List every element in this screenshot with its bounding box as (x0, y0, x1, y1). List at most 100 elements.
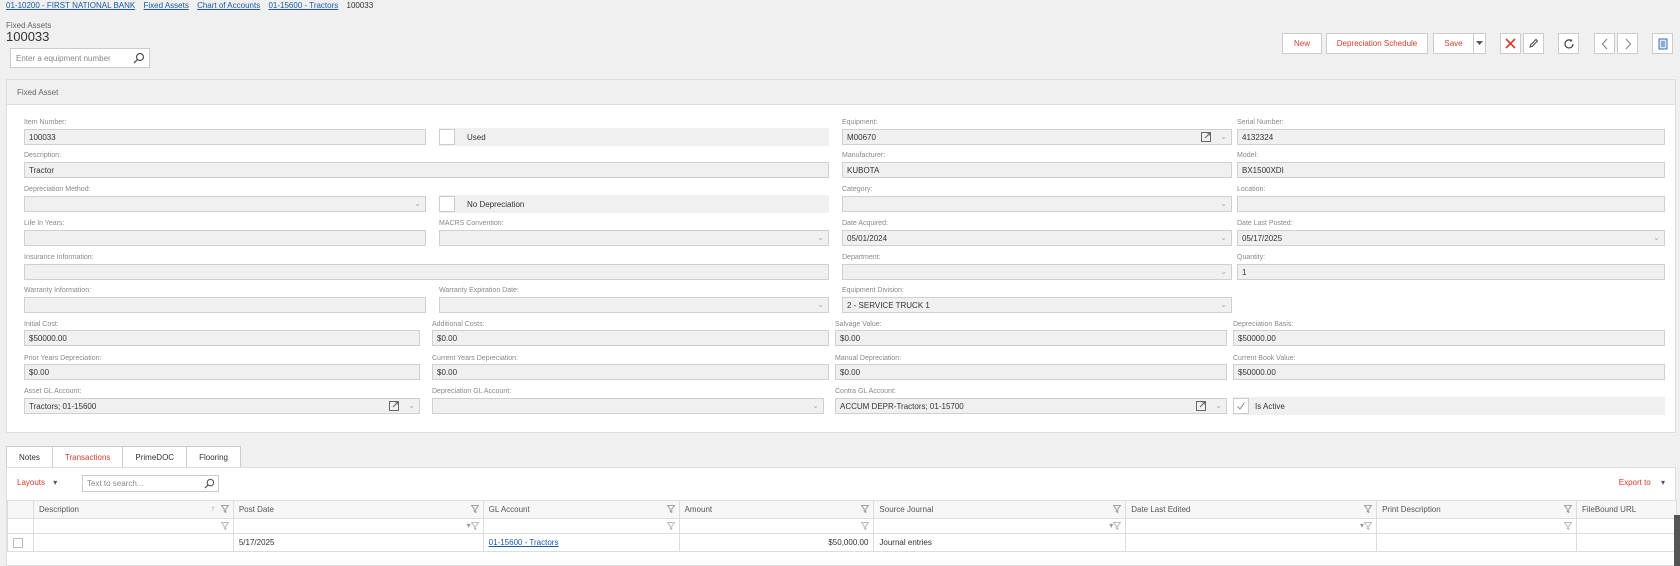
no-depreciation-checkbox[interactable] (439, 196, 455, 212)
date-acquired-field[interactable]: 05/01/2024 ⌄ (842, 230, 1232, 246)
filter-icon[interactable] (666, 522, 675, 530)
column-header-date-last-edited[interactable]: Date Last Edited (1125, 500, 1378, 519)
tab-primedoc[interactable]: PrimeDOC (122, 446, 188, 467)
item-number-field[interactable]: 100033 (24, 129, 426, 145)
report-button[interactable] (1652, 33, 1673, 54)
column-header-filebound-url[interactable]: FileBound URL (1575, 500, 1678, 519)
column-header-amount[interactable]: Amount (678, 500, 875, 519)
depreciation-method-select[interactable]: ⌄ (24, 196, 426, 212)
breadcrumb-link-gl-account[interactable]: 01-15600 - Tractors (268, 1, 338, 10)
filter-icon[interactable] (470, 522, 479, 530)
chevron-down-icon[interactable]: ⌄ (1220, 233, 1227, 242)
life-in-years-field[interactable] (24, 230, 426, 246)
scrollbar[interactable] (1674, 515, 1680, 566)
warranty-expiration-date-field[interactable]: ⌄ (439, 297, 829, 313)
equipment-search-input[interactable] (11, 49, 123, 67)
description-field[interactable]: Tractor (24, 162, 829, 178)
previous-record-button[interactable] (1594, 33, 1615, 54)
warranty-information-field[interactable] (24, 297, 426, 313)
filter-icon[interactable] (666, 505, 675, 513)
filter-icon[interactable] (1113, 505, 1122, 513)
asset-gl-account-field[interactable]: Tractors; 01-15600 ⌄ (24, 398, 420, 414)
current-years-depreciation-field[interactable]: $0.00 (432, 364, 829, 380)
equipment-division-select[interactable]: 2 - SERVICE TRUCK 1 ⌄ (842, 297, 1232, 313)
grid-search-input[interactable] (83, 476, 193, 491)
filter-cell[interactable]: ▾ (232, 518, 484, 534)
lookup-icon[interactable] (389, 401, 401, 411)
chevron-down-icon[interactable]: ⌄ (1653, 233, 1660, 242)
filter-cell[interactable]: ▾ (1125, 518, 1378, 534)
depreciation-schedule-button[interactable]: Depreciation Schedule (1326, 33, 1428, 54)
tab-transactions[interactable]: Transactions (51, 446, 124, 467)
filter-cell[interactable] (482, 518, 680, 534)
export-dropdown[interactable]: Export to ▾ (1619, 478, 1665, 487)
macrs-convention-select[interactable]: ⌄ (439, 230, 829, 246)
filter-icon[interactable] (220, 505, 229, 513)
lookup-icon[interactable] (1201, 132, 1213, 142)
save-button[interactable]: Save (1433, 33, 1474, 54)
filter-cell[interactable] (32, 518, 234, 534)
column-header-description[interactable]: Description ↑ (32, 500, 234, 519)
model-field[interactable]: BX1500XDI (1237, 162, 1665, 178)
column-header-print-description[interactable]: Print Description (1376, 500, 1577, 519)
filter-icon[interactable] (470, 505, 479, 513)
contra-gl-account-field[interactable]: ACCUM DEPR-Tractors; 01-15700 ⌄ (835, 398, 1227, 414)
initial-cost-field[interactable]: $50000.00 (24, 330, 420, 346)
quantity-field[interactable]: 1 (1237, 264, 1665, 280)
department-select[interactable]: ⌄ (842, 264, 1232, 280)
filter-icon[interactable] (1364, 505, 1373, 513)
breadcrumb-link-fixed-assets[interactable]: Fixed Assets (143, 1, 188, 10)
filter-cell[interactable] (678, 518, 875, 534)
filter-icon[interactable] (1113, 522, 1122, 530)
serial-number-field[interactable]: 4132324 (1237, 129, 1665, 145)
table-row[interactable]: 5/17/2025 01-15600 - Tractors $50,000.00… (7, 533, 1678, 552)
row-select-cell[interactable] (7, 533, 34, 552)
category-select[interactable]: ⌄ (842, 196, 1232, 212)
filter-icon[interactable] (1563, 505, 1572, 513)
prior-years-depreciation-field[interactable]: $0.00 (24, 364, 420, 380)
depreciation-gl-account-select[interactable]: ⌄ (432, 398, 824, 414)
filter-cell[interactable]: ▾ (873, 518, 1127, 534)
filter-icon[interactable] (861, 522, 870, 530)
row-checkbox[interactable] (13, 537, 23, 548)
edit-button[interactable] (1523, 33, 1544, 54)
sort-ascending-icon[interactable]: ↑ (211, 504, 215, 513)
chevron-down-icon[interactable]: ⌄ (408, 401, 415, 410)
search-icon[interactable] (204, 478, 215, 489)
depreciation-basis-field[interactable]: $50000.00 (1233, 330, 1665, 346)
manual-depreciation-field[interactable]: $0.00 (835, 364, 1227, 380)
salvage-value-field[interactable]: $0.00 (835, 330, 1227, 346)
filter-icon[interactable] (220, 522, 229, 530)
next-record-button[interactable] (1617, 33, 1638, 54)
chevron-down-icon[interactable]: ⌄ (1215, 401, 1222, 410)
insurance-information-field[interactable] (24, 264, 829, 280)
save-dropdown-button[interactable] (1473, 33, 1486, 54)
lookup-icon[interactable] (1196, 401, 1208, 411)
column-header-post-date[interactable]: Post Date (232, 500, 484, 519)
breadcrumb-link-chart-of-accounts[interactable]: Chart of Accounts (197, 1, 260, 10)
search-icon[interactable] (133, 52, 145, 64)
refresh-button[interactable] (1558, 33, 1579, 54)
filter-icon[interactable] (861, 505, 870, 513)
tab-flooring[interactable]: Flooring (186, 446, 241, 467)
date-last-posted-field[interactable]: 05/17/2025 ⌄ (1237, 230, 1665, 246)
manufacturer-field[interactable]: KUBOTA (842, 162, 1232, 178)
delete-button[interactable] (1500, 33, 1521, 54)
column-header-source-journal[interactable]: Source Journal (873, 500, 1127, 519)
breadcrumb-link-bank[interactable]: 01-10200 - FIRST NATIONAL BANK (6, 1, 135, 10)
column-header-gl-account[interactable]: GL Account (482, 500, 680, 519)
filter-icon[interactable] (1563, 522, 1572, 530)
equipment-field[interactable]: M00670 ⌄ (842, 129, 1232, 145)
layouts-dropdown[interactable]: Layouts ▾ (17, 478, 57, 487)
filter-icon[interactable] (1364, 522, 1373, 530)
current-book-value-field[interactable]: $50000.00 (1233, 364, 1665, 380)
tab-notes[interactable]: Notes (6, 446, 53, 467)
new-button[interactable]: New (1282, 33, 1322, 54)
is-active-checkbox[interactable] (1233, 398, 1249, 414)
filter-cell[interactable] (1376, 518, 1577, 534)
chevron-down-icon[interactable]: ⌄ (1220, 132, 1227, 141)
location-field[interactable] (1237, 196, 1665, 212)
additional-costs-field[interactable]: $0.00 (432, 330, 829, 346)
gl-account-link[interactable]: 01-15600 - Tractors (489, 538, 559, 547)
used-checkbox[interactable] (439, 129, 455, 145)
